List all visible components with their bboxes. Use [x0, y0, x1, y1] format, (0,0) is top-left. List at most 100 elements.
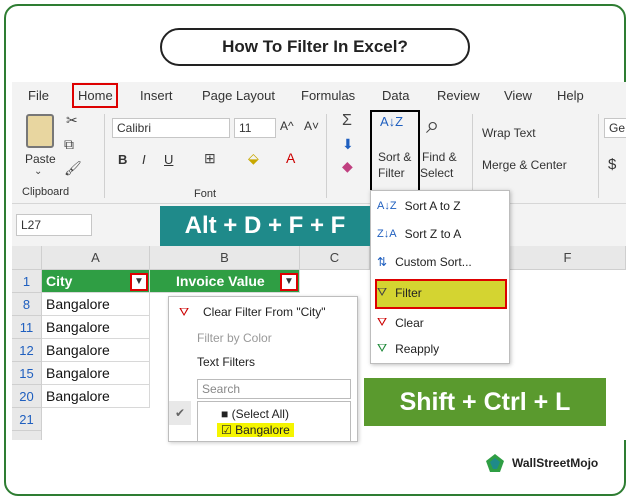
- select-all-label: (Select All): [231, 407, 289, 421]
- row-header[interactable]: 20: [12, 385, 42, 408]
- clipboard-group-label: Clipboard: [22, 186, 70, 198]
- row-header[interactable]: 8: [12, 293, 42, 316]
- search-input[interactable]: Search: [197, 379, 351, 399]
- column-header[interactable]: A: [42, 246, 150, 270]
- number-format-select[interactable]: Ge: [604, 118, 626, 138]
- page-title: How To Filter In Excel?: [160, 28, 470, 66]
- shortcut-callout-alt: Alt + D + F + F: [160, 206, 370, 246]
- clear-filter-item[interactable]: Clear Filter From "City": [203, 305, 326, 319]
- sort-filter-label-1[interactable]: Sort &: [378, 150, 411, 164]
- filter-icon: ⛛: [377, 285, 388, 299]
- sort-az-icon: A↓Z: [377, 200, 397, 212]
- menu-label: Custom Sort...: [395, 255, 472, 269]
- font-color-icon[interactable]: A: [286, 150, 295, 166]
- menu-item-filter[interactable]: ⛛ Filter: [377, 285, 422, 300]
- row-header[interactable]: [12, 431, 42, 440]
- table-cell[interactable]: Bangalore: [42, 385, 150, 408]
- table-cell[interactable]: Bangalore: [42, 362, 150, 385]
- home-highlight: [72, 83, 118, 108]
- sort-filter-label-2[interactable]: Filter: [378, 166, 405, 180]
- ribbon: Paste ⌄ ✂ ⧉ 🖌 Clipboard Calibri 11 A^ A˅…: [12, 110, 626, 204]
- menu-help[interactable]: Help: [557, 88, 584, 103]
- row-header[interactable]: 12: [12, 339, 42, 362]
- menu-file[interactable]: File: [28, 88, 49, 103]
- menu-item-custom-sort[interactable]: ⇅ Custom Sort...: [377, 255, 472, 269]
- font-name-select[interactable]: Calibri: [112, 118, 230, 138]
- brand-logo: WallStreetMojo: [484, 452, 598, 474]
- menu-page-layout[interactable]: Page Layout: [202, 88, 275, 103]
- name-box[interactable]: L27: [16, 214, 92, 236]
- filter-by-color-item: Filter by Color: [197, 331, 272, 345]
- row-header[interactable]: 21: [12, 408, 42, 431]
- eraser-icon[interactable]: ◆: [342, 158, 353, 175]
- select-all-corner[interactable]: [12, 246, 42, 270]
- copy-icon[interactable]: ⧉: [64, 136, 74, 153]
- bangalore-checkbox[interactable]: ☑ Bangalore: [217, 423, 294, 437]
- invoice-filter-icon[interactable]: ▼: [280, 273, 298, 291]
- column-header[interactable]: C: [300, 246, 370, 270]
- invoice-header-cell[interactable]: Invoice Value: [150, 270, 300, 293]
- shortcut-callout-shift: Shift + Ctrl + L: [364, 378, 606, 426]
- menu-item-reapply[interactable]: ⛛ Reapply: [377, 341, 439, 356]
- find-select-label-2[interactable]: Select: [420, 166, 453, 180]
- row-header[interactable]: 15: [12, 362, 42, 385]
- row-header[interactable]: 11: [12, 316, 42, 339]
- fill-down-icon[interactable]: ⬇: [342, 136, 354, 153]
- bold-button[interactable]: B: [118, 152, 127, 167]
- menu-label: Sort Z to A: [404, 227, 462, 241]
- column-header[interactable]: B: [150, 246, 300, 270]
- sort-za-icon: Z↓A: [377, 228, 397, 240]
- bangalore-label: Bangalore: [235, 423, 290, 437]
- fill-color-icon[interactable]: ⬙: [248, 150, 259, 167]
- ribbon-separator: [472, 114, 473, 198]
- menu-review[interactable]: Review: [437, 88, 480, 103]
- table-cell[interactable]: Bangalore: [42, 316, 150, 339]
- clear-filter-icon: ⛛: [179, 305, 190, 319]
- menu-label: Sort A to Z: [404, 199, 461, 213]
- search-placeholder: Search: [202, 382, 241, 396]
- select-all-checkbox[interactable]: ■ (Select All): [221, 407, 289, 421]
- underline-button[interactable]: U: [164, 152, 173, 167]
- italic-button[interactable]: I: [142, 152, 146, 167]
- format-painter-icon[interactable]: 🖌: [64, 160, 82, 177]
- menu-view[interactable]: View: [504, 88, 532, 103]
- sort-filter-menu: A↓Z Sort A to Z Z↓A Sort Z to A ⇅ Custom So…: [370, 190, 510, 364]
- city-filter-icon[interactable]: ▼: [130, 273, 148, 291]
- autosum-icon[interactable]: Σ: [342, 112, 352, 130]
- menu-label: Reapply: [395, 341, 440, 356]
- menu-label: Filter: [395, 285, 422, 300]
- ribbon-separator: [598, 114, 599, 198]
- merge-center-button[interactable]: Merge & Center: [482, 158, 567, 172]
- brand-name: WallStreetMojo: [512, 456, 599, 470]
- table-cell[interactable]: Bangalore: [42, 293, 150, 316]
- grow-font-button[interactable]: A^: [280, 119, 294, 133]
- paste-button[interactable]: Paste: [25, 152, 56, 166]
- sort-az-icon[interactable]: A↓Z: [380, 114, 403, 129]
- menu-formulas[interactable]: Formulas: [301, 88, 355, 103]
- menu-bar: File Home Insert Page Layout Formulas Da…: [12, 82, 626, 110]
- shrink-font-button[interactable]: A˅: [304, 119, 319, 133]
- chevron-down-icon[interactable]: ⌄: [34, 166, 42, 177]
- menu-insert[interactable]: Insert: [140, 88, 173, 103]
- table-cell[interactable]: Bangalore: [42, 339, 150, 362]
- borders-icon[interactable]: ⊞: [204, 150, 216, 167]
- font-group-label: Font: [194, 188, 217, 200]
- menu-item-sort-za[interactable]: Z↓A Sort Z to A: [377, 227, 461, 241]
- column-header[interactable]: F: [510, 246, 626, 270]
- wrap-text-button[interactable]: Wrap Text: [482, 126, 536, 140]
- autofilter-panel: ⛛ Clear Filter From "City" Filter by Col…: [168, 296, 358, 442]
- cut-icon[interactable]: ✂: [66, 112, 78, 129]
- menu-item-sort-az[interactable]: A↓Z Sort A to Z: [377, 199, 461, 213]
- reapply-icon: ⛛: [377, 341, 388, 355]
- menu-data[interactable]: Data: [382, 88, 409, 103]
- text-filters-item[interactable]: Text Filters: [197, 355, 255, 369]
- row-header[interactable]: 1: [12, 270, 42, 293]
- find-select-label-1[interactable]: Find &: [422, 150, 457, 164]
- font-size-select[interactable]: 11: [234, 118, 276, 138]
- clipboard-icon[interactable]: [26, 114, 54, 148]
- menu-item-clear[interactable]: ⛛ Clear: [377, 315, 424, 330]
- brand-icon: [486, 454, 504, 472]
- magnifier-icon[interactable]: ⌕: [426, 112, 439, 140]
- ribbon-separator: [326, 114, 327, 198]
- currency-icon[interactable]: $: [608, 156, 616, 173]
